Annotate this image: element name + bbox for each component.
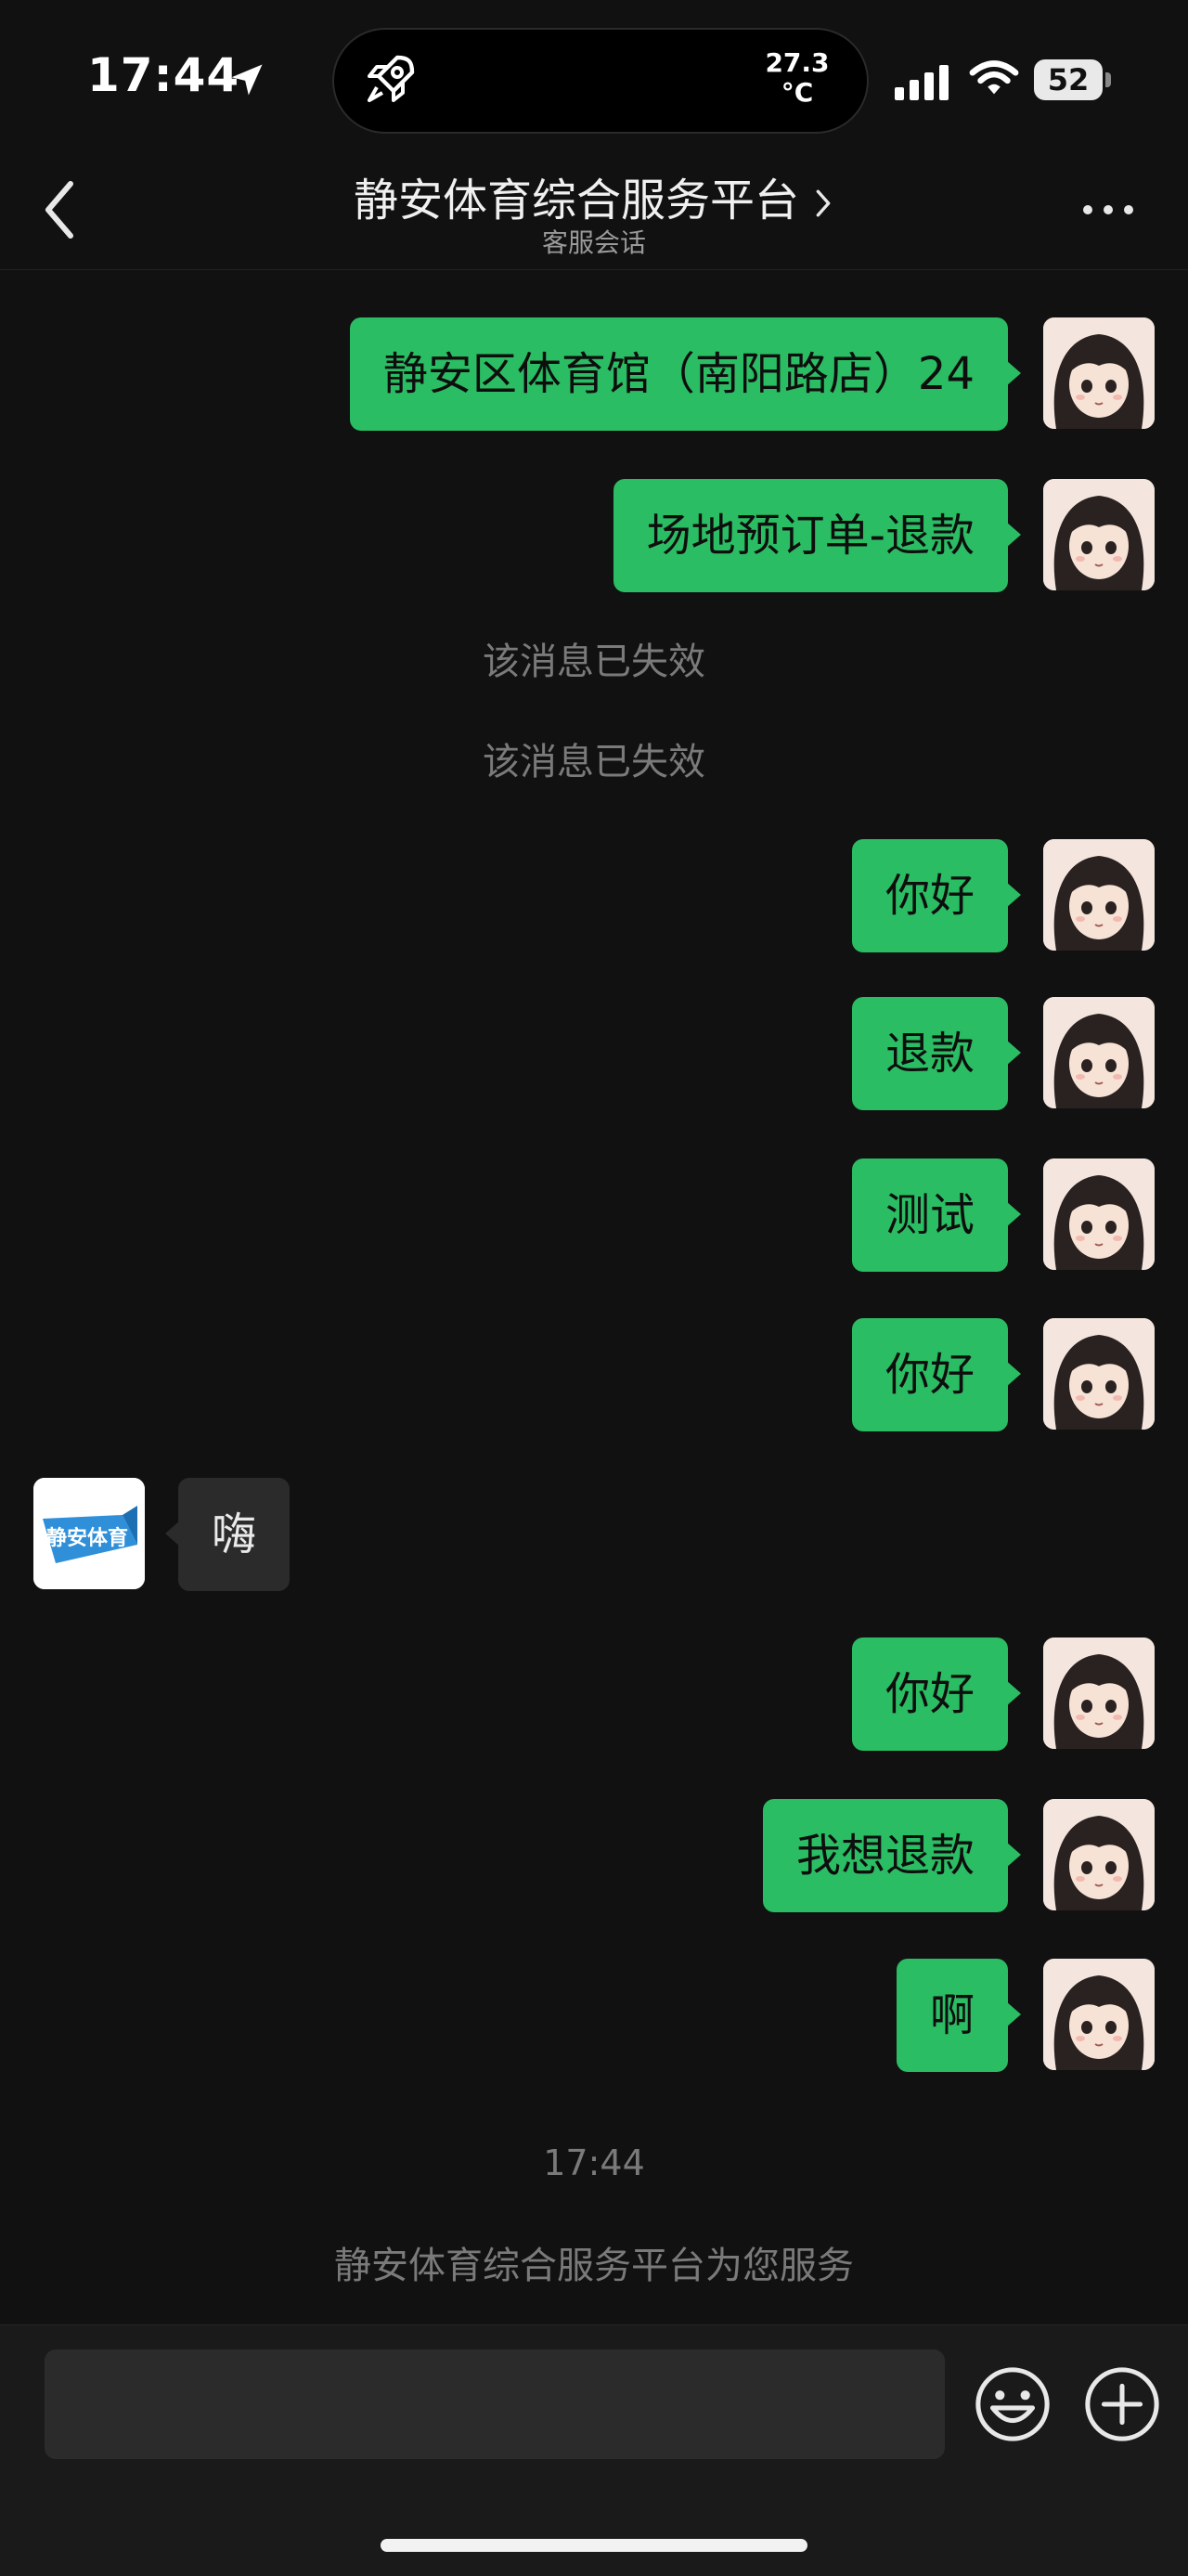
cellular-signal-icon xyxy=(895,65,949,100)
message-timestamp: 17:44 xyxy=(543,2142,645,2183)
emoji-icon[interactable] xyxy=(973,2364,1052,2444)
message-bubble-outgoing[interactable]: 你好 xyxy=(851,1318,1022,1431)
service-avatar-logo-text: 静安体育 xyxy=(46,1526,128,1550)
plus-circle-icon[interactable] xyxy=(1082,2364,1162,2444)
message-bubble-outgoing[interactable]: 场地预订单-退款 xyxy=(613,479,1022,592)
expired-message-note: 该消息已失效 xyxy=(483,741,705,783)
user-avatar[interactable] xyxy=(1043,1318,1155,1430)
chat-subtitle: 客服会话 xyxy=(541,227,646,258)
user-avatar[interactable] xyxy=(1043,1159,1155,1270)
user-avatar[interactable] xyxy=(1043,1638,1155,1749)
message-bubble-outgoing[interactable]: 我想退款 xyxy=(762,1799,1022,1912)
wifi-icon xyxy=(969,60,1019,95)
chat-title-text: 静安体育综合服务平台 xyxy=(353,175,799,227)
more-dots-icon[interactable] xyxy=(1080,201,1136,219)
user-avatar[interactable] xyxy=(1043,1799,1155,1910)
battery-indicator: 52 xyxy=(1034,59,1112,100)
temperature-readout: 27.3 °C xyxy=(765,47,830,108)
input-bar xyxy=(0,2324,1188,2576)
service-avatar[interactable]: 静安体育 xyxy=(33,1478,145,1589)
message-bubble-outgoing[interactable]: 静安区体育馆（南阳路店）24 xyxy=(349,317,1022,431)
message-bubble-outgoing[interactable]: 测试 xyxy=(851,1159,1022,1272)
user-avatar[interactable] xyxy=(1043,839,1155,951)
chat-title[interactable]: 静安体育综合服务平台 xyxy=(0,163,1188,228)
rocket-icon xyxy=(368,55,415,102)
user-avatar[interactable] xyxy=(1043,1959,1155,2070)
chevron-right-icon xyxy=(816,189,831,217)
message-bubble-incoming[interactable]: 嗨 xyxy=(164,1478,291,1591)
chat-header: 静安体育综合服务平台 客服会话 xyxy=(0,149,1188,270)
battery-level: 52 xyxy=(1047,62,1090,97)
message-bubble-outgoing[interactable]: 你好 xyxy=(851,839,1022,952)
dynamic-island: 27.3 °C xyxy=(332,28,869,134)
message-bubble-outgoing[interactable]: 啊 xyxy=(896,1959,1022,2072)
home-indicator xyxy=(381,2539,807,2552)
location-arrow-icon xyxy=(231,64,263,96)
user-avatar[interactable] xyxy=(1043,317,1155,429)
user-avatar[interactable] xyxy=(1043,997,1155,1108)
message-bubble-outgoing[interactable]: 你好 xyxy=(851,1638,1022,1751)
status-time: 17:44 xyxy=(87,48,240,102)
status-bar: 17:44 27.3 °C 52 xyxy=(0,0,1188,139)
user-avatar[interactable] xyxy=(1043,479,1155,590)
expired-message-note: 该消息已失效 xyxy=(483,641,705,683)
message-bubble-outgoing[interactable]: 退款 xyxy=(851,997,1022,1110)
service-note: 静安体育综合服务平台为您服务 xyxy=(334,2245,854,2287)
message-input[interactable] xyxy=(45,2349,945,2459)
